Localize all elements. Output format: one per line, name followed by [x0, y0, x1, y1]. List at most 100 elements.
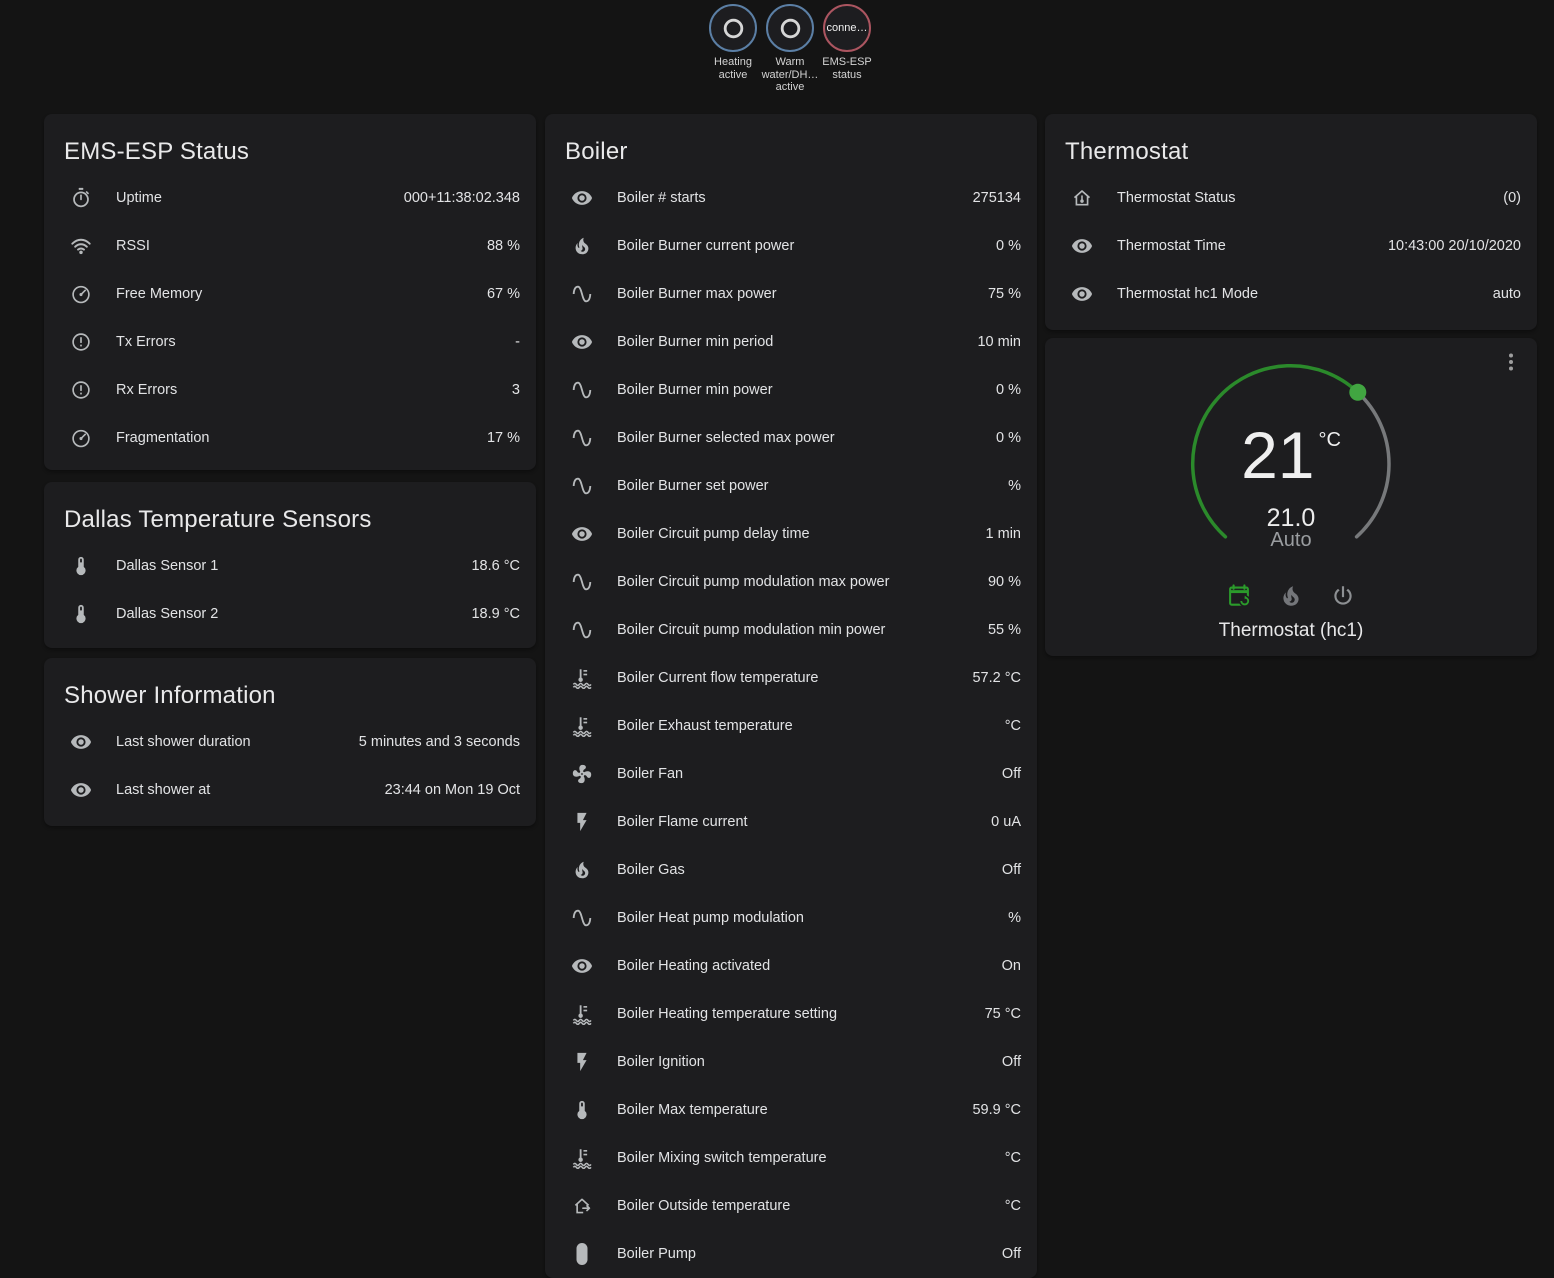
entity-label: Dallas Sensor 1	[116, 558, 218, 574]
entity-rows: Last shower duration5 minutes and 3 seco…	[60, 718, 520, 814]
row-uptime[interactable]: Uptime000+11:38:02.348	[60, 174, 520, 222]
row-boiler-ignition[interactable]: Boiler IgnitionOff	[561, 1038, 1021, 1086]
badge-heating-active[interactable]: Heating active	[705, 4, 761, 94]
row-boiler-starts[interactable]: Boiler # starts275134	[561, 174, 1021, 222]
row-boiler-heat-pump-modulation[interactable]: Boiler Heat pump modulation%	[561, 894, 1021, 942]
entity-label: Dallas Sensor 2	[116, 606, 218, 622]
row-boiler-burner-set-power[interactable]: Boiler Burner set power%	[561, 462, 1021, 510]
entity-label: Boiler Burner selected max power	[617, 430, 835, 446]
entity-label: Fragmentation	[116, 430, 210, 446]
entity-label: Boiler Burner current power	[617, 238, 794, 254]
dial-handle[interactable]	[1349, 384, 1366, 401]
card-title: Shower Information	[64, 682, 516, 710]
row-boiler-burner-min-period[interactable]: Boiler Burner min period10 min	[561, 318, 1021, 366]
entity-value: 0 %	[984, 382, 1021, 398]
row-boiler-burner-max-power[interactable]: Boiler Burner max power75 %	[561, 270, 1021, 318]
row-boiler-mixing-switch-temperature[interactable]: Boiler Mixing switch temperature°C	[561, 1134, 1021, 1182]
sine-icon	[571, 907, 593, 929]
row-free-memory[interactable]: Free Memory67 %	[60, 270, 520, 318]
row-tx-errors[interactable]: Tx Errors -	[60, 318, 520, 366]
row-thermostat-hc1-mode[interactable]: Thermostat hc1 Modeauto	[1061, 270, 1521, 318]
row-dallas-sensor-2[interactable]: Dallas Sensor 218.9 °C	[60, 590, 520, 638]
row-thermostat-status[interactable]: Thermostat Status (0)	[1061, 174, 1521, 222]
mode-auto-button[interactable]	[1226, 583, 1252, 609]
entity-value: 59.9 °C	[960, 1102, 1021, 1118]
circle-ring-icon	[777, 15, 804, 42]
row-boiler-outside-temperature[interactable]: Boiler Outside temperature°C	[561, 1182, 1021, 1230]
row-rx-errors[interactable]: Rx Errors3	[60, 366, 520, 414]
entity-rows: Uptime000+11:38:02.348RSSI88 %Free Memor…	[60, 174, 520, 462]
row-boiler-burner-min-power[interactable]: Boiler Burner min power0 %	[561, 366, 1021, 414]
entity-label: Uptime	[116, 190, 162, 206]
badge-circle[interactable]: conne…	[823, 4, 871, 52]
row-last-shower-at[interactable]: Last shower at23:44 on Mon 19 Oct	[60, 766, 520, 814]
entity-value: 0 %	[984, 430, 1021, 446]
badge-warm-water-active[interactable]: Warm water/DH… active	[762, 4, 818, 94]
badge-ems-esp-status[interactable]: conne… EMS-ESP status	[819, 4, 875, 94]
row-dallas-sensor-1[interactable]: Dallas Sensor 118.6 °C	[60, 542, 520, 590]
entity-value: (0)	[1491, 190, 1521, 206]
eye-icon	[1071, 235, 1093, 257]
row-boiler-circuit-pump-modulation-max-power[interactable]: Boiler Circuit pump modulation max power…	[561, 558, 1021, 606]
card-title: Thermostat	[1065, 138, 1517, 166]
row-boiler-heating-activated[interactable]: Boiler Heating activatedOn	[561, 942, 1021, 990]
temperature-unit: °C	[1318, 429, 1340, 451]
home-thermometer-icon	[1071, 187, 1093, 209]
coolant-icon	[571, 1003, 593, 1025]
mode-off-button[interactable]	[1330, 583, 1356, 609]
current-temperature-value: 21	[1241, 418, 1314, 492]
card-title: EMS-ESP Status	[64, 138, 516, 166]
row-rssi[interactable]: RSSI88 %	[60, 222, 520, 270]
row-boiler-heating-temperature-setting[interactable]: Boiler Heating temperature setting75 °C	[561, 990, 1021, 1038]
row-boiler-max-temperature[interactable]: Boiler Max temperature59.9 °C	[561, 1086, 1021, 1134]
fire-icon	[1278, 583, 1304, 609]
coolant-icon	[571, 667, 593, 689]
entity-value: 17 %	[475, 430, 520, 446]
entity-value: %	[996, 478, 1021, 494]
gauge-icon	[70, 283, 92, 305]
row-boiler-pump[interactable]: Boiler PumpOff	[561, 1230, 1021, 1278]
entity-label: Boiler Circuit pump modulation min power	[617, 622, 885, 638]
entity-label: Boiler Heating activated	[617, 958, 770, 974]
entity-label: Last shower duration	[116, 734, 251, 750]
row-last-shower-duration[interactable]: Last shower duration5 minutes and 3 seco…	[60, 718, 520, 766]
badge-circle[interactable]	[709, 4, 757, 52]
entity-value: 57.2 °C	[960, 670, 1021, 686]
calendar-sync-icon	[1226, 583, 1252, 609]
row-boiler-fan[interactable]: Boiler FanOff	[561, 750, 1021, 798]
row-boiler-current-flow-temperature[interactable]: Boiler Current flow temperature57.2 °C	[561, 654, 1021, 702]
entity-label: Thermostat Status	[1117, 190, 1235, 206]
row-boiler-exhaust-temperature[interactable]: Boiler Exhaust temperature°C	[561, 702, 1021, 750]
entity-value: 67 %	[475, 286, 520, 302]
row-thermostat-time[interactable]: Thermostat Time10:43:00 20/10/2020	[1061, 222, 1521, 270]
entity-value: 10 min	[965, 334, 1021, 350]
sine-icon	[571, 379, 593, 401]
row-boiler-flame-current[interactable]: Boiler Flame current0 uA	[561, 798, 1021, 846]
row-fragmentation[interactable]: Fragmentation 17 %	[60, 414, 520, 462]
row-boiler-burner-current-power[interactable]: Boiler Burner current power0 %	[561, 222, 1021, 270]
row-boiler-circuit-pump-delay-time[interactable]: Boiler Circuit pump delay time1 min	[561, 510, 1021, 558]
home-export-icon	[571, 1195, 593, 1217]
entity-value: -	[503, 334, 520, 350]
thermometer-icon	[571, 1099, 593, 1121]
mode-heat-button[interactable]	[1278, 583, 1304, 609]
entity-value: Off	[990, 766, 1021, 782]
hvac-mode-buttons	[1045, 583, 1537, 609]
sine-icon	[571, 475, 593, 497]
flash-icon	[571, 811, 593, 833]
entity-value: 75 °C	[973, 1006, 1021, 1022]
badge-circle[interactable]	[766, 4, 814, 52]
entity-label: Boiler Heat pump modulation	[617, 910, 804, 926]
badge-label: EMS-ESP status	[822, 56, 872, 81]
coolant-icon	[571, 715, 593, 737]
row-boiler-burner-selected-max-power[interactable]: Boiler Burner selected max power 0 %	[561, 414, 1021, 462]
row-boiler-circuit-pump-modulation-min-power[interactable]: Boiler Circuit pump modulation min power…	[561, 606, 1021, 654]
entity-value: °C	[993, 1198, 1021, 1214]
row-boiler-gas[interactable]: Boiler GasOff	[561, 846, 1021, 894]
entity-value: °C	[993, 718, 1021, 734]
entity-label: Tx Errors	[116, 334, 176, 350]
entity-value: 0 uA	[979, 814, 1021, 830]
card-thermostat-dial: 21°C 21.0 Auto Thermostat (hc1)	[1045, 338, 1537, 656]
entity-label: RSSI	[116, 238, 150, 254]
entity-value: 1 min	[974, 526, 1021, 542]
